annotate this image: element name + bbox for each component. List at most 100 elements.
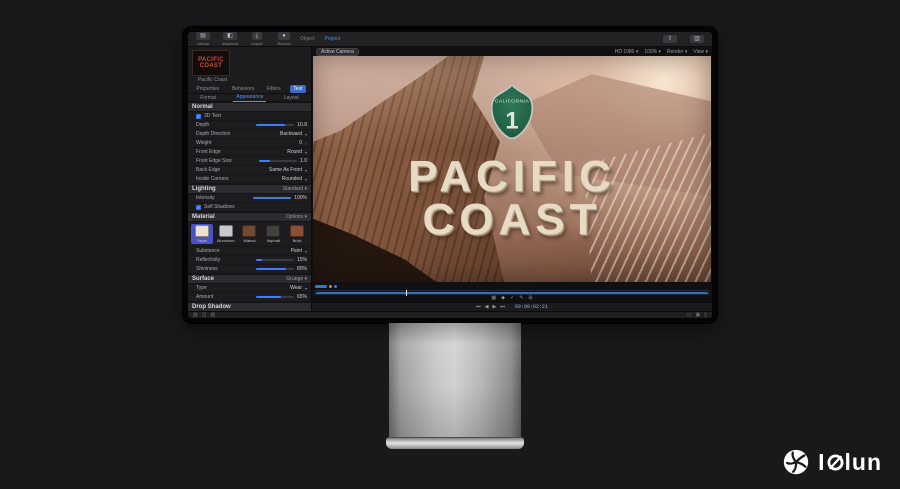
section-header-popup[interactable]: Grunge ▾: [286, 276, 307, 282]
subtab-layout[interactable]: Layout: [281, 94, 302, 102]
slider-fill: [256, 124, 285, 126]
timecode-display: 00:00:02:21: [515, 304, 548, 310]
toolbar-import-button[interactable]: ⤓Import: [246, 32, 268, 46]
inspector-subtabs: Format Appearance Layout: [188, 94, 311, 102]
show-audio-icon[interactable]: ▥: [210, 313, 215, 318]
show-keyframes-icon[interactable]: ◫: [202, 313, 207, 318]
section-header-surface[interactable]: Surface Grunge ▾: [188, 274, 311, 284]
status-popup-100-[interactable]: 100% ▾: [644, 49, 661, 55]
brand-prefix: I: [818, 449, 825, 476]
aperture-shutter-icon: [781, 447, 811, 477]
zoom-slider-icon[interactable]: ▣: [696, 313, 701, 318]
stepper-weight[interactable]: 0: [299, 140, 302, 146]
toolbar-record-button[interactable]: ●Record: [273, 32, 295, 46]
zoom-out-icon[interactable]: ▭: [687, 313, 692, 318]
grid-icon[interactable]: ▦: [491, 296, 496, 301]
section-header-popup[interactable]: Standard ▾: [283, 186, 307, 192]
next-frame-icon[interactable]: ⏭: [500, 304, 505, 310]
keyframe-icon[interactable]: ◆: [501, 296, 505, 301]
chevron-down-icon: ▾: [305, 168, 307, 173]
popup-front-edge[interactable]: Round: [287, 149, 302, 155]
stepper-arrows-icon: ↕: [305, 141, 307, 146]
material-swatch-walnut[interactable]: Walnut: [239, 224, 261, 244]
inspector-row-substance: SubstancePaint▾: [188, 247, 311, 256]
slider-fill: [256, 296, 281, 298]
material-swatch-label: Walnut: [243, 238, 255, 243]
toolbar-button-label: Record: [278, 41, 291, 46]
inspector-row-front-edge: Front EdgeRound▾: [188, 148, 311, 157]
subtab-appearance[interactable]: Appearance: [233, 93, 266, 102]
section-header-drop-shadow[interactable]: Drop Shadow: [188, 302, 311, 311]
slider-depth[interactable]: [256, 124, 294, 126]
toolbar-left-group: ▤Library ◧Inspector ⤓Import ●Record: [192, 32, 295, 46]
slider-shininess[interactable]: [256, 268, 294, 270]
share-button[interactable]: ⇧: [659, 35, 681, 43]
tab-behaviors[interactable]: Behaviors: [229, 85, 257, 93]
layout-button[interactable]: ▥: [686, 35, 708, 43]
project-thumbnail[interactable]: PACIFIC COAST: [192, 50, 230, 76]
canvas[interactable]: CALIFORNIA 1 PACIFIC COAST: [313, 56, 711, 282]
mini-timeline[interactable]: [312, 282, 712, 290]
subtab-format[interactable]: Format: [197, 94, 219, 102]
slider-intensity[interactable]: [253, 197, 291, 199]
row-label: Intensity: [196, 195, 250, 201]
row-label: Depth Direction: [196, 131, 277, 137]
inspector-sections: Normal✓3D TextDepth10.8Depth DirectionBa…: [188, 102, 311, 311]
play-icon[interactable]: ▶: [492, 304, 496, 310]
section-header-normal[interactable]: Normal: [188, 102, 311, 112]
toolbar-library-button[interactable]: ▤Library: [192, 32, 214, 46]
popup-back-edge[interactable]: Same As Front: [269, 167, 302, 173]
tab-text[interactable]: Text: [290, 85, 305, 93]
inspector-row-depth-direction: Depth DirectionBackward▾: [188, 130, 311, 139]
monitor-stand-foot: [386, 437, 524, 449]
section-header-material[interactable]: MaterialOptions ▾: [188, 212, 311, 222]
footer-right-icons: ▭ ▣▯: [687, 313, 707, 318]
chevron-down-icon: ▾: [305, 249, 307, 254]
timeline-scrubber[interactable]: [314, 290, 710, 295]
edit-icon[interactable]: ✎: [519, 296, 523, 301]
material-swatch-asphalt[interactable]: Asphalt: [262, 224, 284, 244]
slider-amount[interactable]: [256, 296, 294, 298]
toolbar-inspector-button[interactable]: ◧Inspector: [219, 32, 241, 46]
section-header-label: Surface: [192, 276, 214, 282]
app-toolbar: ▤Library◧Inspector⤓Import●Record Object …: [188, 32, 712, 47]
popup-depth-direction[interactable]: Backward: [280, 131, 302, 137]
show-timeline-icon[interactable]: ▤: [193, 313, 198, 318]
section-header-lighting[interactable]: LightingStandard ▾: [188, 184, 311, 194]
checkbox-3d-text[interactable]: ✓: [196, 114, 201, 119]
material-swatch-aluminum[interactable]: Aluminum: [215, 224, 237, 244]
material-swatch-thumb: [195, 225, 209, 237]
status-popup-view[interactable]: View ▾: [693, 49, 708, 55]
import-icon: ⤓: [252, 32, 263, 40]
slider-reflectivity[interactable]: [256, 259, 294, 261]
status-popup-render[interactable]: Render ▾: [667, 49, 687, 55]
row-label: Reflectivity: [196, 257, 253, 263]
checkbox-self-shadows[interactable]: ✓: [196, 205, 201, 210]
vignette: [313, 56, 711, 282]
row-label: Front Edge: [196, 149, 284, 155]
section-header-popup[interactable]: Options ▾: [286, 214, 307, 220]
viewer-panel: Active Camera HD 1080 ▾ 100% ▾ Render ▾ Vie…: [312, 47, 712, 311]
breadcrumb-project[interactable]: Project: [324, 36, 340, 42]
status-popup-hd-1080[interactable]: HD 1080 ▾: [615, 49, 639, 55]
popup-inside-corners[interactable]: Rounded: [282, 176, 302, 182]
scrubber-range-bar[interactable]: [316, 292, 708, 294]
go-to-start-icon[interactable]: ⏮: [476, 304, 481, 310]
scene: ▤Library◧Inspector⤓Import●Record Object …: [0, 0, 900, 489]
material-swatch-paper[interactable]: Paper: [191, 224, 213, 244]
material-swatch-brick[interactable]: Brick: [286, 224, 308, 244]
library-icon: ▤: [196, 32, 210, 40]
previous-frame-icon[interactable]: ◀: [485, 304, 489, 310]
tab-properties[interactable]: Properties: [193, 85, 222, 93]
snap-icon[interactable]: ⊞: [528, 296, 532, 301]
popup-type[interactable]: Wear: [290, 285, 302, 291]
zoom-in-icon[interactable]: ▯: [704, 313, 707, 318]
slider-front-edge-size[interactable]: [259, 160, 297, 162]
popup-substance[interactable]: Paint: [291, 248, 302, 254]
checkmark-icon[interactable]: ✓: [510, 296, 514, 301]
mini-timeline-layer-bar[interactable]: [315, 285, 327, 288]
tab-filters[interactable]: Filters: [264, 85, 284, 93]
toolbar-button-label: Import: [251, 41, 262, 46]
playhead[interactable]: [406, 290, 407, 296]
active-camera-popup[interactable]: Active Camera: [316, 48, 359, 56]
